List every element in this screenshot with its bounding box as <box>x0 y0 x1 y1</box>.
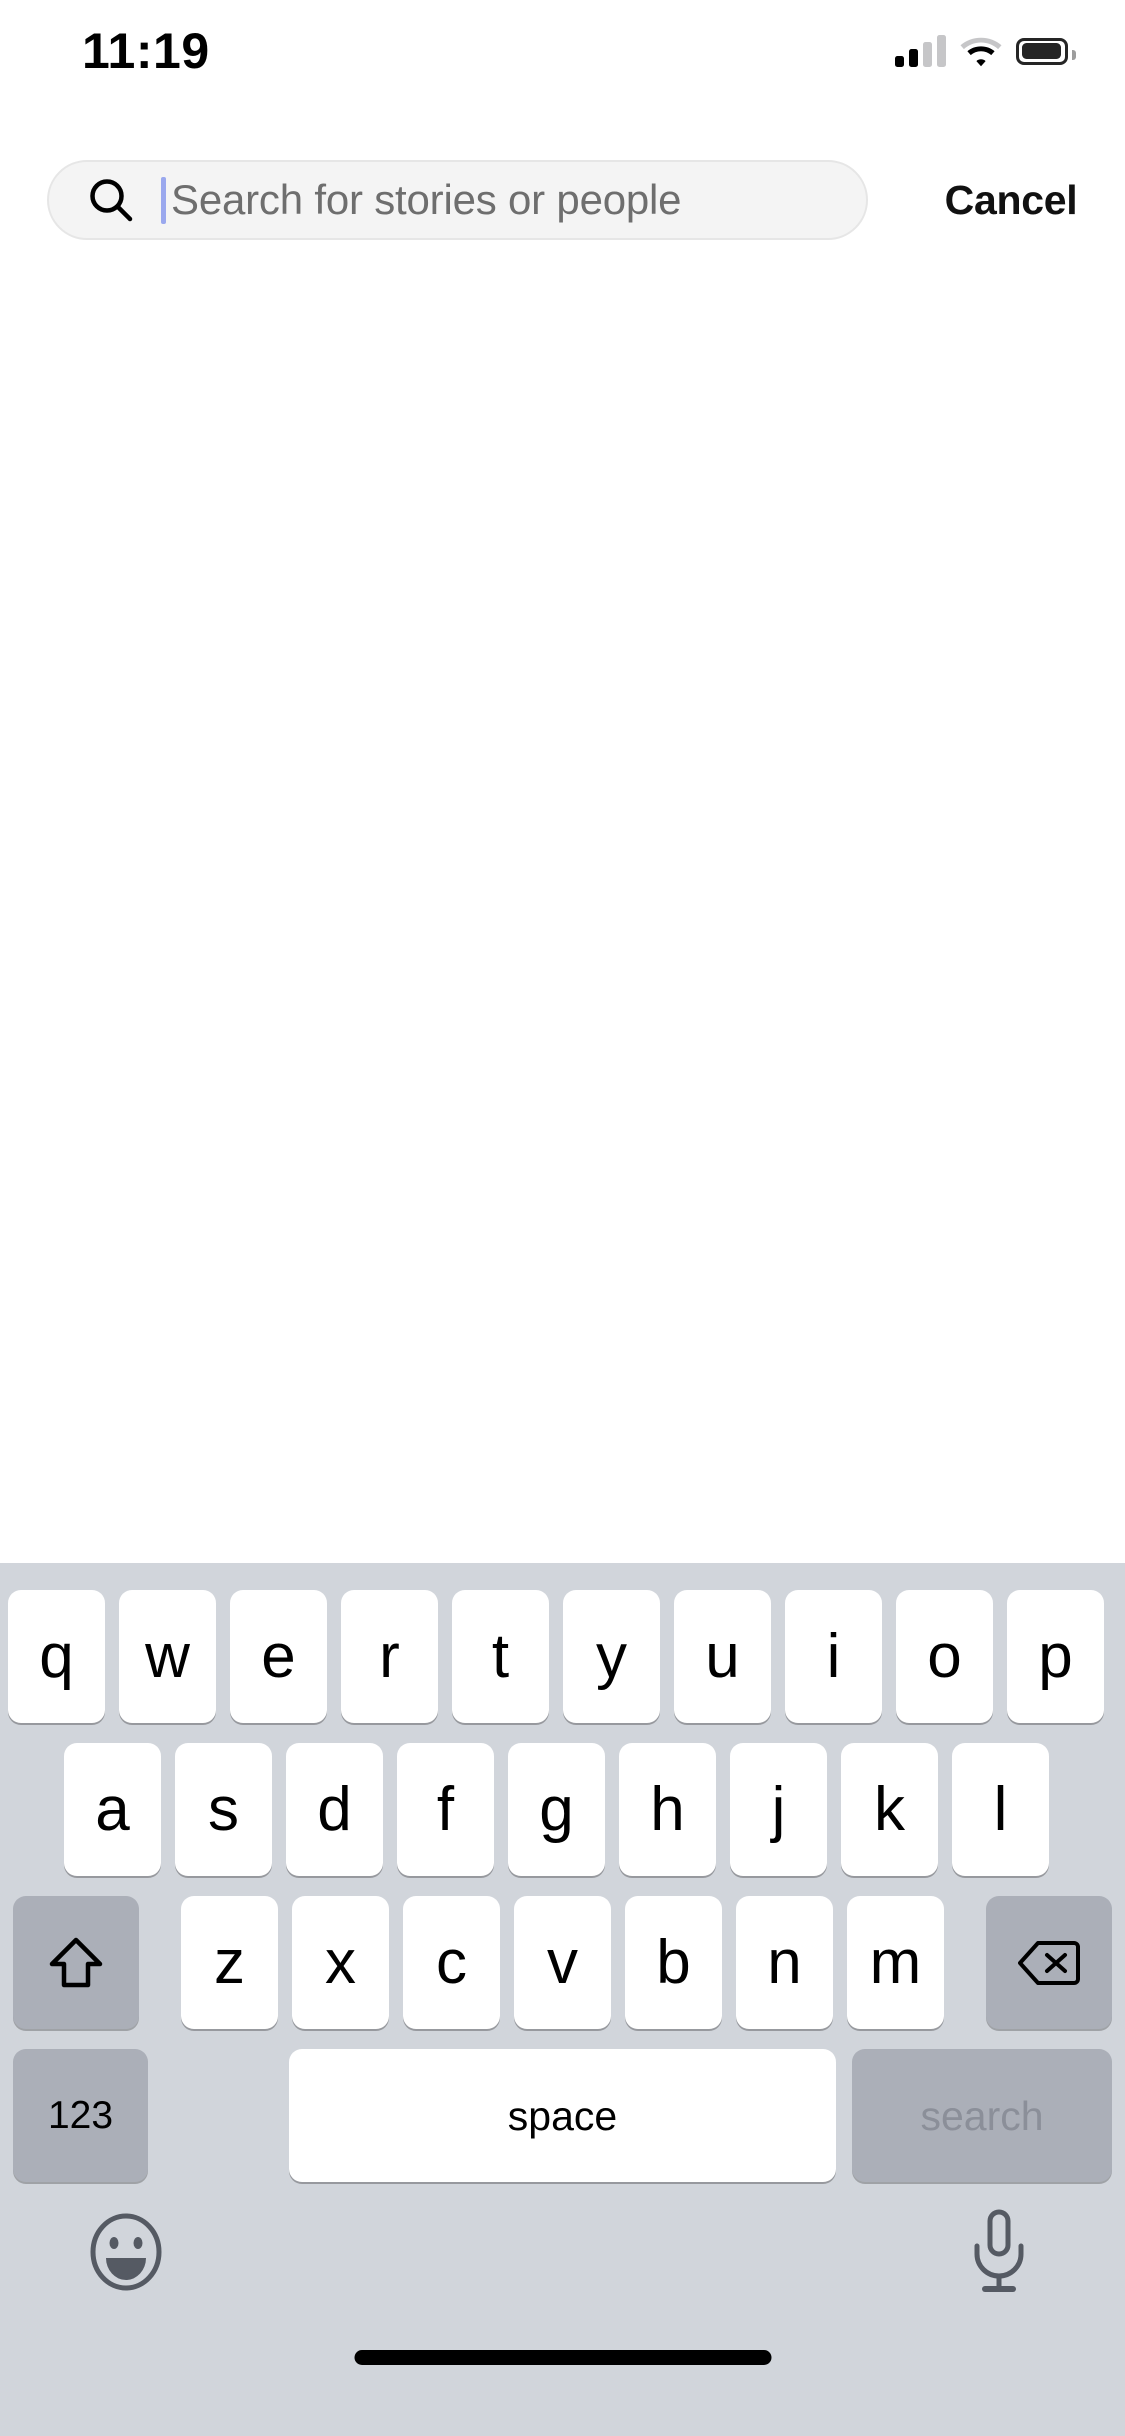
home-indicator <box>354 2350 771 2365</box>
space-key[interactable]: space <box>289 2049 836 2182</box>
keyboard-utility-row <box>0 2195 1125 2325</box>
key-w[interactable]: w <box>119 1590 216 1723</box>
key-p[interactable]: p <box>1007 1590 1104 1723</box>
key-e[interactable]: e <box>230 1590 327 1723</box>
cellular-signal-icon <box>895 35 946 67</box>
search-placeholder-text: Search for stories or people <box>171 176 682 223</box>
key-q[interactable]: q <box>8 1590 105 1723</box>
search-input[interactable]: Search for stories or people <box>47 160 868 240</box>
key-v[interactable]: v <box>514 1896 611 2029</box>
key-b[interactable]: b <box>625 1896 722 2029</box>
key-d[interactable]: d <box>286 1743 383 1876</box>
key-i[interactable]: i <box>785 1590 882 1723</box>
battery-icon <box>1016 37 1076 65</box>
key-n[interactable]: n <box>736 1896 833 2029</box>
search-header: Search for stories or people Cancel <box>0 150 1125 250</box>
key-y[interactable]: y <box>563 1590 660 1723</box>
backspace-delete-icon <box>1018 1940 1080 1985</box>
smiley-face-icon <box>90 2213 162 2291</box>
search-results-area <box>0 250 1125 1563</box>
wifi-icon <box>960 35 1002 67</box>
on-screen-keyboard: q w e r t y u i o p a s d f g h j k l z … <box>0 1563 1125 2436</box>
keyboard-row-4: 123 space search <box>0 2049 1125 2182</box>
shift-arrow-up-icon <box>49 1937 103 1987</box>
search-return-key[interactable]: search <box>852 2049 1112 2182</box>
key-k[interactable]: k <box>841 1743 938 1876</box>
emoji-key[interactable] <box>83 2209 169 2295</box>
app-screen: 11:19 Search for stories or people Cance… <box>0 0 1125 2436</box>
keyboard-row-1: q w e r t y u i o p <box>0 1590 1125 1723</box>
key-c[interactable]: c <box>403 1896 500 2029</box>
shift-key[interactable] <box>13 1896 139 2029</box>
search-icon <box>88 177 134 223</box>
key-z[interactable]: z <box>181 1896 278 2029</box>
text-cursor <box>161 176 166 224</box>
key-m[interactable]: m <box>847 1896 944 2029</box>
microphone-icon <box>974 2209 1024 2292</box>
numbers-key[interactable]: 123 <box>13 2049 148 2182</box>
keyboard-row-3: z x c v b n m <box>0 1896 1125 2029</box>
cancel-button[interactable]: Cancel <box>945 160 1078 240</box>
status-bar-time: 11:19 <box>82 23 210 79</box>
key-t[interactable]: t <box>452 1590 549 1723</box>
key-j[interactable]: j <box>730 1743 827 1876</box>
dictation-key[interactable] <box>956 2209 1042 2295</box>
delete-key[interactable] <box>986 1896 1112 2029</box>
key-l[interactable]: l <box>952 1743 1049 1876</box>
status-bar-indicators <box>895 30 1076 72</box>
key-f[interactable]: f <box>397 1743 494 1876</box>
key-s[interactable]: s <box>175 1743 272 1876</box>
keyboard-row-2: a s d f g h j k l <box>0 1743 1125 1876</box>
key-a[interactable]: a <box>64 1743 161 1876</box>
key-h[interactable]: h <box>619 1743 716 1876</box>
key-o[interactable]: o <box>896 1590 993 1723</box>
key-x[interactable]: x <box>292 1896 389 2029</box>
key-u[interactable]: u <box>674 1590 771 1723</box>
key-r[interactable]: r <box>341 1590 438 1723</box>
key-g[interactable]: g <box>508 1743 605 1876</box>
status-bar: 11:19 <box>0 0 1125 100</box>
